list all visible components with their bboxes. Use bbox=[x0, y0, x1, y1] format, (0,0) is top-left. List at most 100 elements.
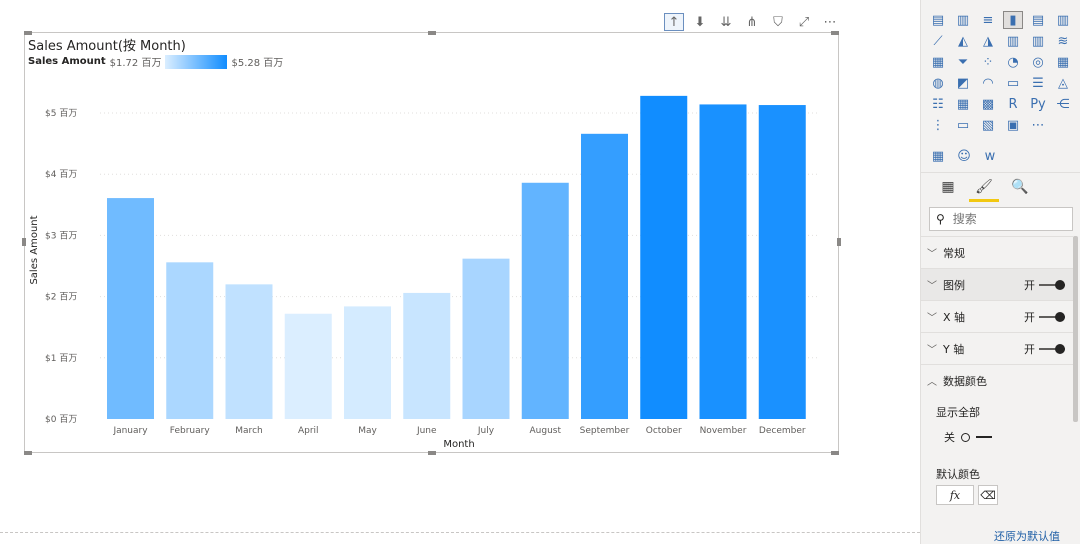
visual-header-toolbar: ↑ ⬇ ⇊ ⋔ ⛉ ⤢ ⋯ bbox=[664, 13, 840, 31]
pane-divider bbox=[921, 172, 1080, 173]
on-off-toggle[interactable] bbox=[1039, 311, 1065, 322]
visualizations-pane: ▤ ▥ ≡ ▮ ▤ ▥ ⟋ ◭ ◮ ▥ ▥ ≋ ▦ ⏷ ⁘ ◔ ◎ ▦ ◍ ◩ ◠ ▭ ☰ ◬ ☷ ▦ ▩ R Py ⋲ ⋮ ▭ ▧ ▣ ⋯ ▦ ☺ w… bbox=[920, 0, 1080, 544]
donut-icon[interactable]: ◎ bbox=[1029, 54, 1047, 70]
line-chart-icon[interactable]: ⟋ bbox=[929, 33, 947, 49]
section-label: 常规 bbox=[943, 246, 965, 260]
legend-max-label: $5.28 百万 bbox=[231, 58, 284, 69]
visual-frame[interactable] bbox=[24, 32, 839, 453]
section-label: 图例 bbox=[943, 278, 965, 292]
default-color-label: 默认颜色 bbox=[936, 468, 980, 481]
legend-min-label: $1.72 百万 bbox=[109, 58, 162, 69]
section-label: Y 轴 bbox=[943, 342, 965, 356]
section-label: 数据颜色 bbox=[943, 374, 987, 388]
resize-handle[interactable] bbox=[22, 238, 26, 246]
stacked-area-icon[interactable]: ◮ bbox=[979, 33, 997, 49]
format-section[interactable]: ﹀ X 轴 开 bbox=[921, 300, 1073, 332]
custom-visuals-row: ▦ ☺ w bbox=[929, 148, 999, 164]
expand-all-icon[interactable]: ⇊ bbox=[716, 13, 736, 31]
format-section[interactable]: ﹀ Y 轴 开 bbox=[921, 332, 1073, 364]
toggle-state-label: 开 bbox=[1024, 278, 1035, 292]
legend-gradient bbox=[165, 54, 228, 69]
toggle-knob-icon bbox=[1055, 311, 1065, 322]
python-visual-icon[interactable]: Py bbox=[1029, 96, 1047, 112]
more-options-icon[interactable]: ⋯ bbox=[820, 13, 840, 31]
scatter-icon[interactable]: ⁘ bbox=[979, 54, 997, 70]
key-influencers-icon[interactable]: ⋲ bbox=[1054, 96, 1072, 112]
format-section[interactable]: ﹀ 图例 开 bbox=[921, 268, 1073, 300]
chevron-down-icon: ﹀ bbox=[927, 281, 937, 292]
conditional-format-button[interactable]: fx bbox=[936, 485, 974, 505]
chart-legend: Sales Amount $1.72 百万 $5.28 百万 bbox=[28, 54, 283, 69]
r-visual-icon[interactable]: R bbox=[1004, 96, 1022, 112]
smart-narrative-icon[interactable]: ▧ bbox=[979, 117, 997, 133]
pane-scrollbar[interactable] bbox=[1073, 236, 1078, 422]
filter-icon[interactable]: ⛉ bbox=[768, 13, 788, 31]
toggle-track bbox=[976, 436, 992, 438]
fields-tab[interactable]: ▦ bbox=[937, 176, 959, 198]
matrix-icon[interactable]: ▩ bbox=[979, 96, 997, 112]
search-input[interactable] bbox=[950, 211, 1055, 227]
area-chart-icon[interactable]: ◭ bbox=[954, 33, 972, 49]
funnel-icon[interactable]: ⏷ bbox=[954, 54, 972, 70]
resize-handle[interactable] bbox=[24, 451, 32, 455]
chart-title: Sales Amount(按 Month) bbox=[28, 39, 186, 54]
line-clustered-column-icon[interactable]: ▥ bbox=[1004, 33, 1022, 49]
analytics-tab[interactable]: 🔍 bbox=[1009, 176, 1031, 198]
line-stacked-column-icon[interactable]: ▥ bbox=[1029, 33, 1047, 49]
format-tab[interactable]: 🖌 bbox=[969, 176, 999, 202]
table-icon[interactable]: ▦ bbox=[954, 96, 972, 112]
more-visuals-icon[interactable]: ⋯ bbox=[1029, 117, 1047, 133]
chevron-down-icon: ﹀ bbox=[927, 313, 937, 324]
treemap-icon[interactable]: ▦ bbox=[1054, 54, 1072, 70]
show-all-state: 关 bbox=[944, 431, 955, 444]
toggle-state-label: 开 bbox=[1024, 342, 1035, 356]
card-icon[interactable]: ▭ bbox=[1004, 75, 1022, 91]
paginated-report-icon[interactable]: ▣ bbox=[1004, 117, 1022, 133]
show-all-toggle[interactable]: 关 bbox=[944, 429, 992, 445]
resize-handle[interactable] bbox=[428, 451, 436, 455]
100-stacked-column-icon[interactable]: ▥ bbox=[1054, 12, 1072, 28]
clustered-column-icon[interactable]: ▮ bbox=[1003, 11, 1023, 29]
stacked-bar-icon[interactable]: ▤ bbox=[929, 12, 947, 28]
focus-mode-icon[interactable]: ⤢ bbox=[794, 13, 814, 31]
filled-map-icon[interactable]: ◩ bbox=[954, 75, 972, 91]
revert-to-default-link[interactable]: 还原为默认值 bbox=[994, 528, 1060, 544]
kpi-icon[interactable]: ◬ bbox=[1054, 75, 1072, 91]
format-section[interactable]: ︿ 数据颜色 bbox=[921, 364, 1073, 396]
legend-series-name: Sales Amount bbox=[28, 56, 106, 67]
on-off-toggle[interactable] bbox=[1039, 279, 1065, 290]
chevron-up-icon: ︿ bbox=[927, 377, 937, 388]
toggle-knob-icon bbox=[1055, 279, 1065, 290]
resize-handle[interactable] bbox=[837, 238, 841, 246]
stacked-column-icon[interactable]: ▥ bbox=[954, 12, 972, 28]
resize-handle[interactable] bbox=[831, 451, 839, 455]
pie-icon[interactable]: ◔ bbox=[1004, 54, 1022, 70]
resize-handle[interactable] bbox=[831, 31, 839, 35]
waterfall-icon[interactable]: ▦ bbox=[929, 54, 947, 70]
page-tabs-strip bbox=[0, 532, 920, 545]
resize-handle[interactable] bbox=[428, 31, 436, 35]
toggle-knob-icon bbox=[1055, 343, 1065, 354]
multi-row-card-icon[interactable]: ☰ bbox=[1029, 75, 1047, 91]
search-icon: ⚲ bbox=[936, 212, 945, 226]
person-visual-icon[interactable]: ☺ bbox=[955, 148, 973, 164]
ribbon-chart-icon[interactable]: ≋ bbox=[1054, 33, 1072, 49]
gauge-icon[interactable]: ◠ bbox=[979, 75, 997, 91]
100-stacked-bar-icon[interactable]: ▤ bbox=[1029, 12, 1047, 28]
eraser-icon[interactable]: ⌫ bbox=[978, 485, 998, 505]
word-cloud-icon[interactable]: w bbox=[981, 148, 999, 164]
custom-visual-icon[interactable]: ▦ bbox=[929, 148, 947, 164]
format-section[interactable]: ﹀ 常规 bbox=[921, 236, 1073, 268]
drill-up-icon[interactable]: ↑ bbox=[664, 13, 684, 31]
format-search-box[interactable]: ⚲ bbox=[929, 207, 1073, 231]
map-icon[interactable]: ◍ bbox=[929, 75, 947, 91]
expand-hierarchy-icon[interactable]: ⋔ bbox=[742, 13, 762, 31]
qa-icon[interactable]: ▭ bbox=[954, 117, 972, 133]
drill-down-toggle-icon[interactable]: ⬇ bbox=[690, 13, 710, 31]
report-canvas: ↑ ⬇ ⇊ ⋔ ⛉ ⤢ ⋯ Sales Amount(按 Month) Sales Amou… bbox=[0, 0, 920, 544]
decomposition-tree-icon[interactable]: ⋮ bbox=[929, 117, 947, 133]
chevron-down-icon: ﹀ bbox=[927, 249, 937, 260]
slicer-icon[interactable]: ☷ bbox=[929, 96, 947, 112]
clustered-bar-icon[interactable]: ≡ bbox=[979, 12, 997, 28]
on-off-toggle[interactable] bbox=[1039, 343, 1065, 354]
